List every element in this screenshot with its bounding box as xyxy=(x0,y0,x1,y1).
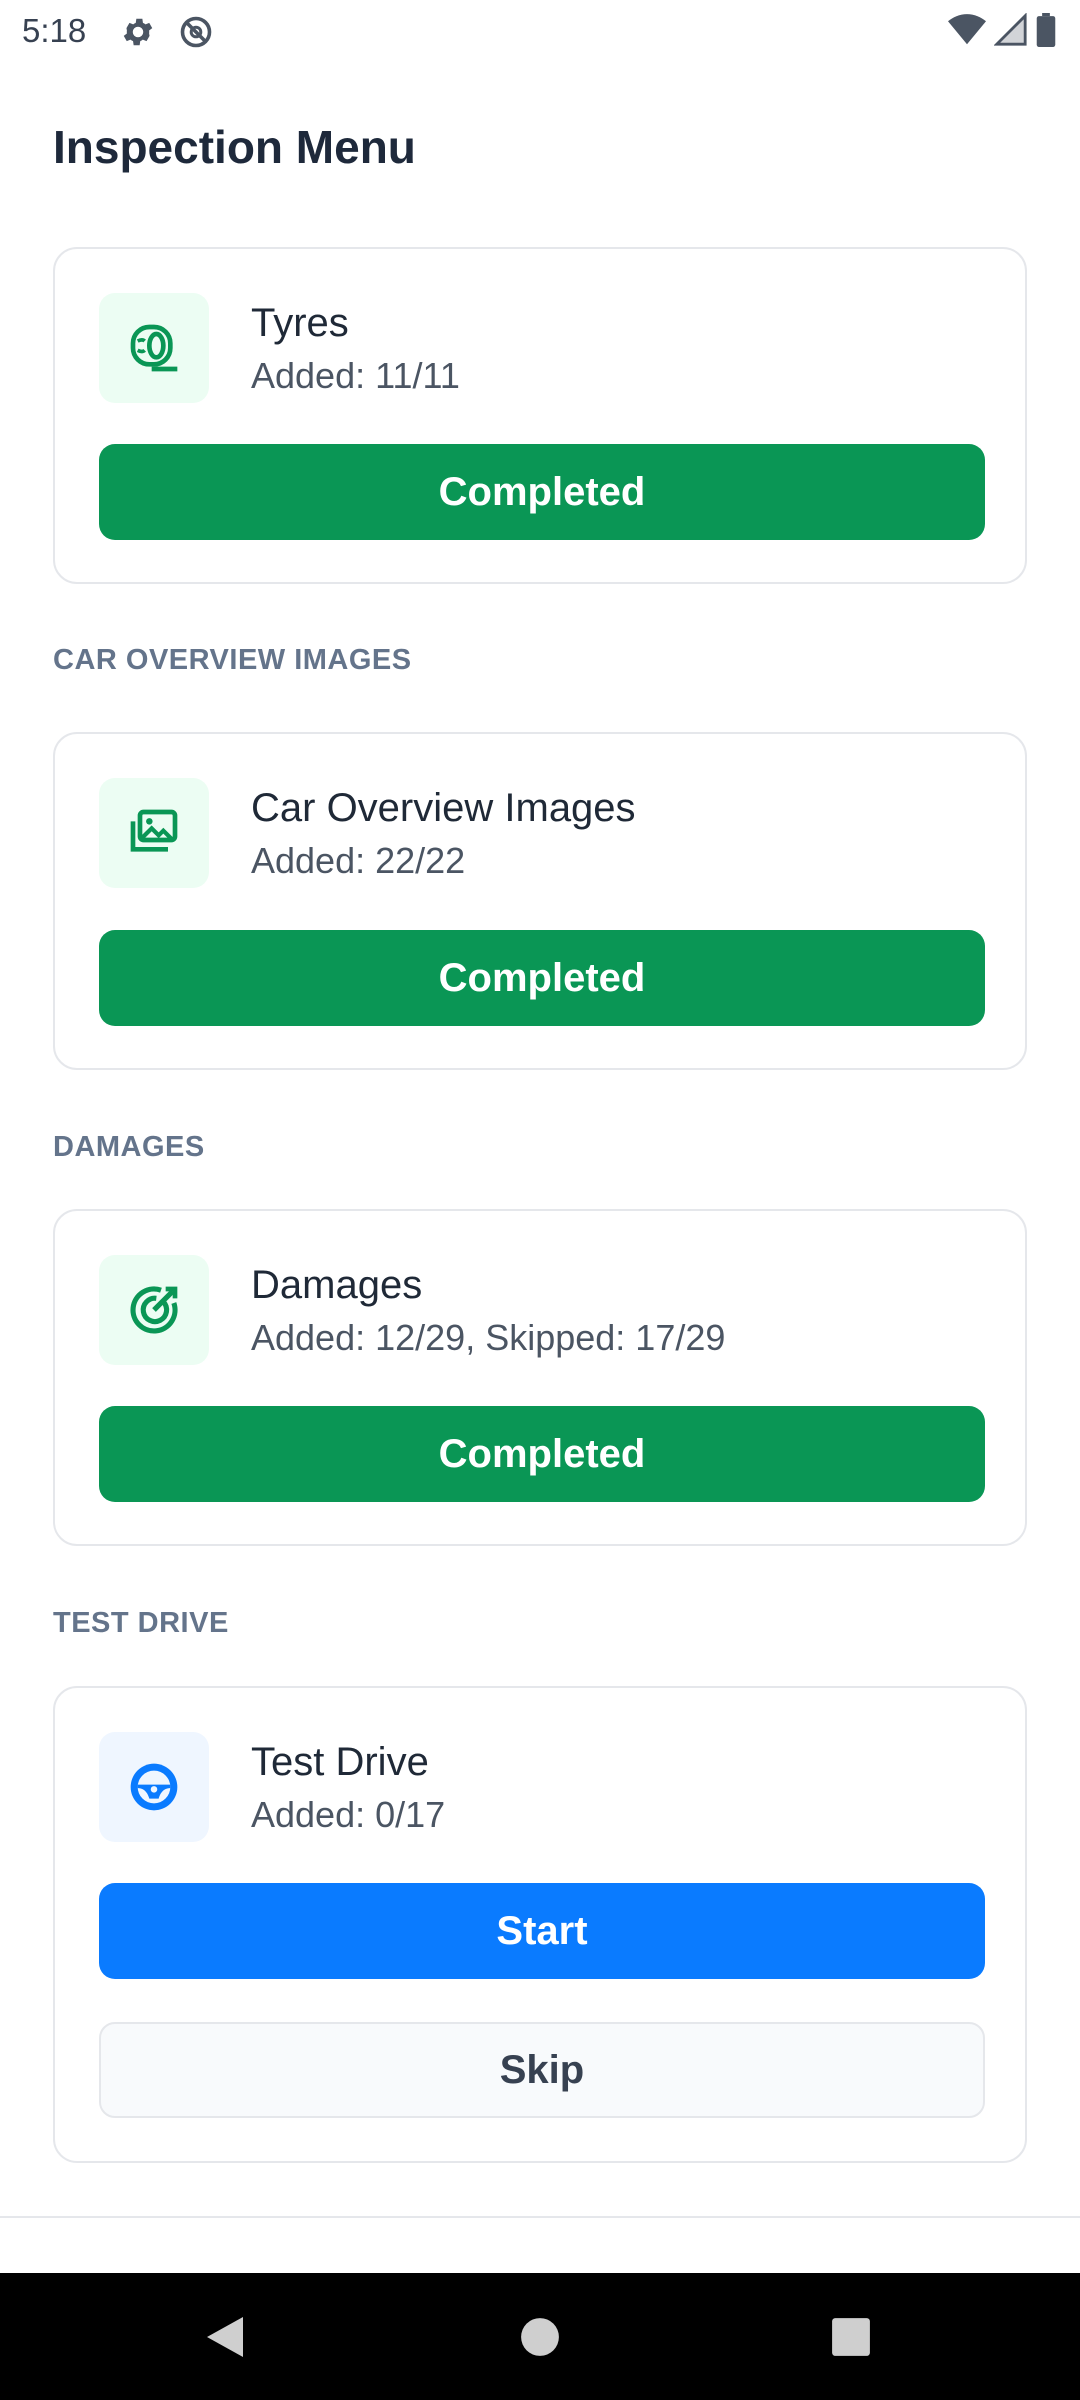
tyre-icon xyxy=(99,293,209,403)
inspection-card-damages: Damages Added: 12/29, Skipped: 17/29 Com… xyxy=(53,1209,1027,1546)
images-icon xyxy=(99,778,209,888)
section-label-test-drive: TEST DRIVE xyxy=(53,1607,229,1639)
car-overview-completed-button[interactable]: Completed xyxy=(99,930,985,1026)
card-title: Test Drive xyxy=(251,1740,429,1784)
signal-icon xyxy=(993,11,1028,52)
card-progress: Added: 22/22 xyxy=(251,840,466,881)
battery-icon xyxy=(1036,12,1056,52)
status-indicators xyxy=(948,11,1056,52)
steering-wheel-icon xyxy=(99,1732,209,1842)
wifi-icon xyxy=(948,13,986,51)
card-progress: Added: 0/17 xyxy=(251,1794,446,1835)
status-bar: 5:18 xyxy=(0,0,1080,64)
damages-completed-button[interactable]: Completed xyxy=(99,1406,985,1502)
card-progress: Added: 12/29, Skipped: 17/29 xyxy=(251,1317,726,1358)
card-title: Tyres xyxy=(251,301,349,345)
card-title: Car Overview Images xyxy=(251,786,636,830)
test-drive-skip-button[interactable]: Skip xyxy=(99,2022,985,2118)
inspection-card-test-drive: Test Drive Added: 0/17 Start Skip xyxy=(53,1686,1027,2163)
test-drive-start-button[interactable]: Start xyxy=(99,1883,985,1979)
back-icon[interactable] xyxy=(165,2273,285,2400)
tyres-completed-button[interactable]: Completed xyxy=(99,444,985,540)
do-not-disturb-icon xyxy=(178,14,214,50)
page-title: Inspection Menu xyxy=(53,121,416,173)
damage-target-icon xyxy=(99,1255,209,1365)
inspection-card-tyres: Tyres Added: 11/11 Completed xyxy=(53,247,1027,584)
inspection-card-car-overview-images: Car Overview Images Added: 22/22 Complet… xyxy=(53,732,1027,1070)
card-progress: Added: 11/11 xyxy=(251,355,460,396)
card-title: Damages xyxy=(251,1263,423,1307)
section-label-car-overview-images: CAR OVERVIEW IMAGES xyxy=(53,644,412,676)
home-icon[interactable] xyxy=(480,2273,600,2400)
section-label-damages: DAMAGES xyxy=(53,1131,205,1163)
system-navigation-bar xyxy=(0,2273,1080,2400)
status-time: 5:18 xyxy=(22,12,87,49)
gear-icon xyxy=(120,14,156,50)
bottom-divider xyxy=(0,2216,1080,2218)
recents-icon[interactable] xyxy=(791,2273,911,2400)
